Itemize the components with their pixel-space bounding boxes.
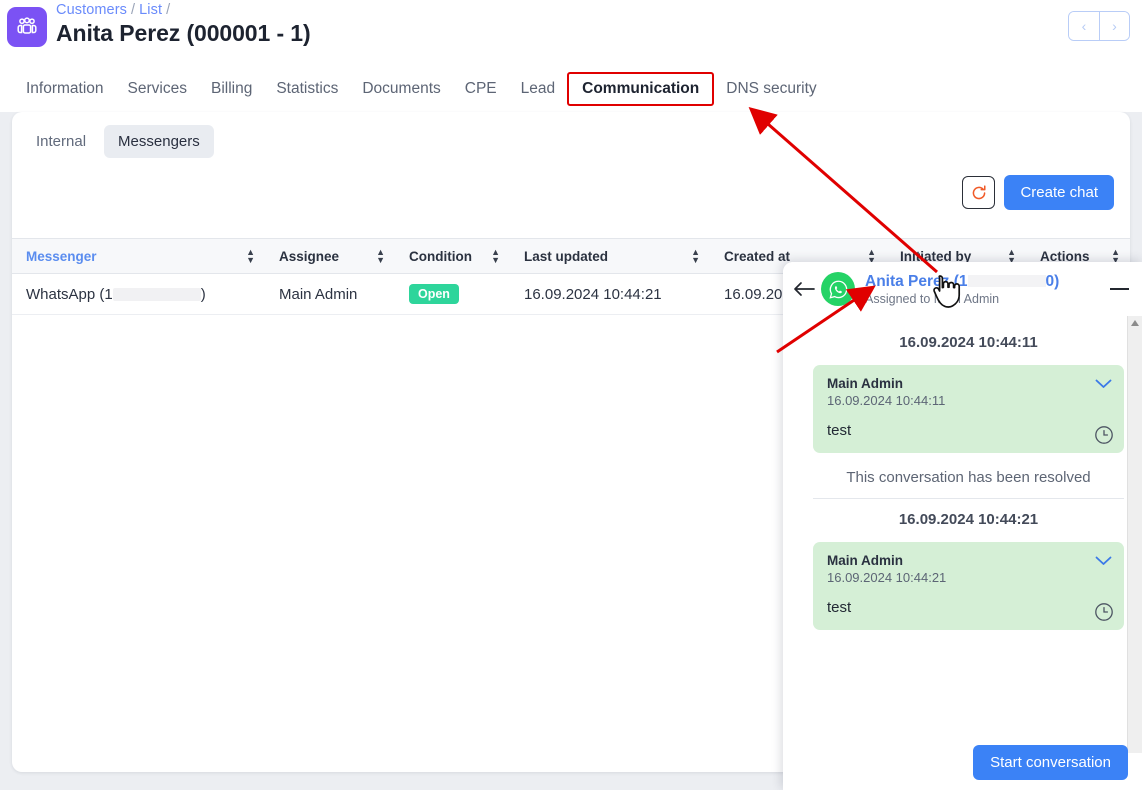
sort-toggle-messenger[interactable]: ▲ ▼: [246, 248, 255, 265]
message-author: Main Admin: [827, 553, 903, 568]
sort-toggle-assignee[interactable]: ▲ ▼: [376, 248, 385, 265]
redacted-phone-number: [112, 288, 201, 302]
tab-statistics[interactable]: Statistics: [264, 75, 350, 103]
column-header-messenger[interactable]: Messenger ▲ ▼: [12, 238, 265, 274]
chevron-down-icon[interactable]: [1095, 554, 1112, 569]
redacted-chat-phone: [967, 275, 1046, 288]
messenger-link-prefix: WhatsApp (1: [26, 285, 113, 303]
clock-pending-icon: [1094, 602, 1114, 622]
table-toolbar: Create chat: [962, 175, 1114, 210]
column-label-messenger: Messenger: [26, 248, 97, 264]
chat-panel: Anita Perez (1 0) Assigned to Main Admin …: [783, 262, 1142, 790]
status-badge: Open: [409, 284, 459, 304]
breadcrumb-customers[interactable]: Customers: [56, 2, 127, 18]
tab-cpe[interactable]: CPE: [453, 75, 509, 103]
app-logo[interactable]: [7, 7, 47, 47]
chevron-down-icon[interactable]: [1095, 377, 1112, 392]
message-text: test: [827, 422, 852, 439]
chat-contact-info: Anita Perez (1 0) Assigned to Main Admin: [865, 273, 1106, 306]
column-label-condition: Condition: [409, 248, 472, 264]
column-header-condition[interactable]: Condition ▲ ▼: [395, 238, 510, 274]
chat-message-list: 16.09.2024 10:44:11 Main Admin 16.09.202…: [783, 316, 1142, 753]
subtab-internal[interactable]: Internal: [22, 125, 100, 158]
start-conversation-button[interactable]: Start conversation: [973, 745, 1128, 780]
create-chat-button[interactable]: Create chat: [1004, 175, 1114, 210]
chat-scrollbar[interactable]: [1127, 316, 1142, 753]
message-date-separator: 16.09.2024 10:44:11: [899, 334, 1038, 351]
message-date-separator: 16.09.2024 10:44:21: [898, 511, 1039, 528]
clock-pending-icon: [1094, 425, 1114, 445]
column-label-created-at: Created at: [724, 248, 791, 264]
breadcrumb-separator-1: /: [131, 2, 136, 18]
tab-billing[interactable]: Billing: [199, 75, 264, 103]
tab-services[interactable]: Services: [116, 75, 199, 103]
chat-message-bubble: Main Admin 16.09.2024 10:44:21 test: [813, 542, 1124, 630]
breadcrumb-separator-2: /: [166, 2, 171, 18]
cell-last-updated: 16.09.2024 10:44:21: [510, 273, 710, 315]
chat-message-bubble: Main Admin 16.09.2024 10:44:11 test: [813, 365, 1124, 453]
record-pager: ‹ ›: [1068, 11, 1130, 41]
next-record-button[interactable]: ›: [1099, 12, 1129, 40]
conversation-resolved-note: This conversation has been resolved: [846, 469, 1091, 486]
tab-communication[interactable]: Communication: [567, 72, 715, 106]
message-author: Main Admin: [827, 376, 903, 391]
chat-name-suffix: 0): [1045, 272, 1060, 290]
sort-toggle-condition[interactable]: ▲ ▼: [491, 248, 500, 265]
breadcrumb-list[interactable]: List: [139, 2, 162, 18]
refresh-button[interactable]: [962, 176, 996, 209]
main-tabs: Information Services Billing Statistics …: [0, 66, 1142, 112]
messenger-link-suffix: ): [200, 285, 206, 303]
chat-panel-footer: Start conversation: [783, 745, 1142, 790]
tab-information[interactable]: Information: [14, 75, 116, 103]
message-timestamp: 16.09.2024 10:44:21: [827, 570, 947, 585]
prev-record-button[interactable]: ‹: [1069, 12, 1099, 40]
breadcrumb: Customers / List /: [56, 2, 174, 18]
tab-documents[interactable]: Documents: [350, 75, 452, 103]
column-label-assignee: Assignee: [279, 248, 340, 264]
back-arrow-icon[interactable]: [791, 281, 817, 297]
cell-assignee: Main Admin: [265, 273, 395, 315]
whatsapp-icon: [821, 272, 855, 306]
app-root: Customers / List / Anita Perez (000001 - 1)…: [0, 0, 1142, 790]
sort-toggle-last-updated[interactable]: ▲ ▼: [691, 248, 700, 265]
page-title: Anita Perez (000001 - 1): [56, 20, 311, 46]
scroll-up-arrow-icon[interactable]: [1131, 320, 1139, 326]
tab-dns-security[interactable]: DNS security: [714, 75, 828, 103]
refresh-icon: [972, 184, 986, 199]
chat-contact-name[interactable]: Anita Perez (1 0): [865, 273, 1106, 291]
tab-lead[interactable]: Lead: [509, 75, 567, 103]
top-header: Customers / List / Anita Perez (000001 - 1)…: [0, 0, 1142, 66]
chat-assigned-to: Assigned to Main Admin: [865, 291, 1000, 306]
message-divider: [813, 498, 1124, 499]
column-header-assignee[interactable]: Assignee ▲ ▼: [265, 238, 395, 274]
messenger-subtabs: Internal Messengers: [22, 125, 214, 158]
cell-messenger[interactable]: WhatsApp (1): [12, 273, 265, 315]
message-timestamp: 16.09.2024 10:44:11: [827, 393, 946, 408]
mouse-cursor-pointer-icon: [933, 275, 961, 308]
message-text: test: [827, 599, 852, 616]
subtab-messengers[interactable]: Messengers: [104, 125, 214, 158]
column-header-last-updated[interactable]: Last updated ▲ ▼: [510, 238, 710, 274]
cell-condition: Open: [395, 273, 510, 315]
column-label-last-updated: Last updated: [524, 248, 609, 264]
minimize-icon[interactable]: [1106, 276, 1132, 302]
people-group-icon: [17, 17, 37, 34]
